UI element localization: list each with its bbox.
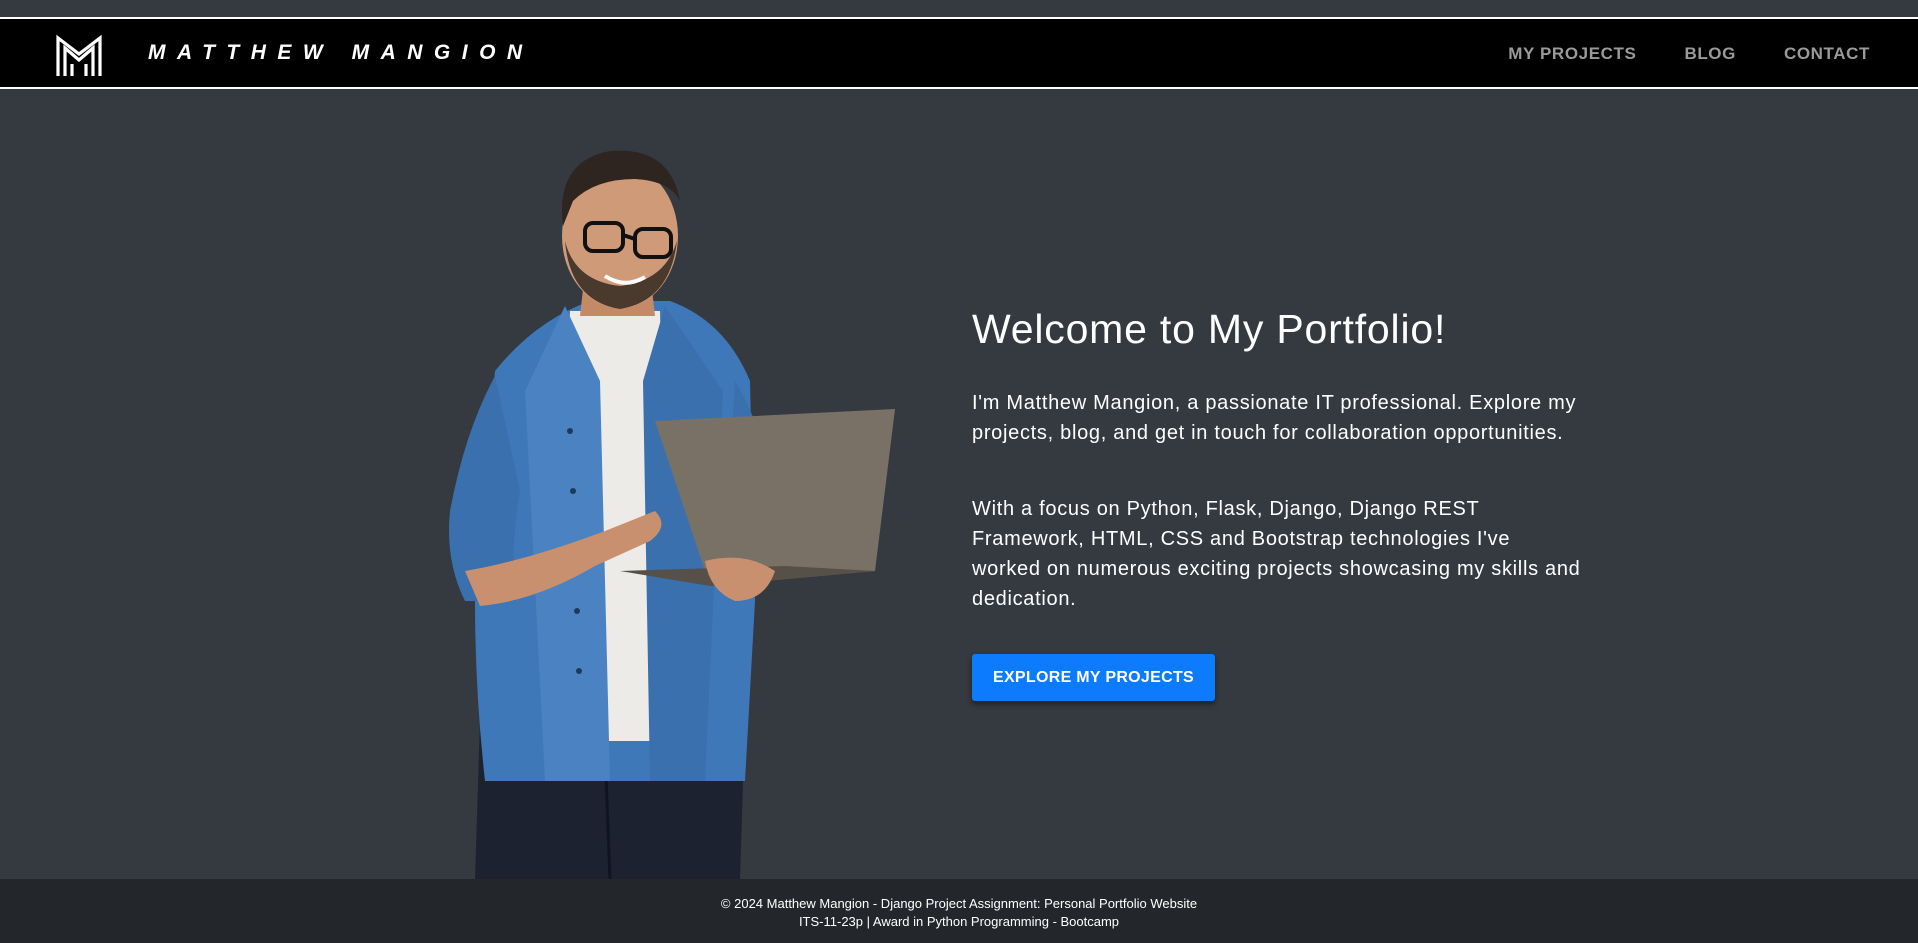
nav-blog[interactable]: BLOG: [1684, 44, 1736, 64]
navbar: MATTHEW MANGION MY PROJECTS BLOG CONTACT: [0, 17, 1918, 89]
hero-skills-text: With a focus on Python, Flask, Django, D…: [972, 498, 1581, 610]
brand-name[interactable]: MATTHEW MANGION: [148, 41, 534, 65]
footer-copyright: © 2024 Matthew Mangion - Django Project …: [720, 896, 1198, 911]
hero-intro-text: I'm Matthew Mangion, a passionate IT pro…: [972, 392, 1577, 444]
mm-monogram-logo-icon[interactable]: [55, 34, 103, 78]
hero-section: Welcome to My Portfolio! I'm Matthew Man…: [0, 91, 1918, 879]
main-nav: MY PROJECTS BLOG CONTACT: [1508, 44, 1870, 64]
hero-title: Welcome to My Portfolio!: [972, 306, 1447, 352]
footer: © 2024 Matthew Mangion - Django Project …: [0, 879, 1918, 943]
footer-course-info: ITS-11-23p | Award in Python Programming…: [798, 914, 1120, 929]
nav-my-projects[interactable]: MY PROJECTS: [1508, 44, 1636, 64]
nav-contact[interactable]: CONTACT: [1784, 44, 1870, 64]
top-strip: [0, 0, 1918, 16]
explore-projects-button[interactable]: EXPLORE MY PROJECTS: [972, 654, 1215, 701]
man-with-laptop-photo: [449, 150, 895, 879]
